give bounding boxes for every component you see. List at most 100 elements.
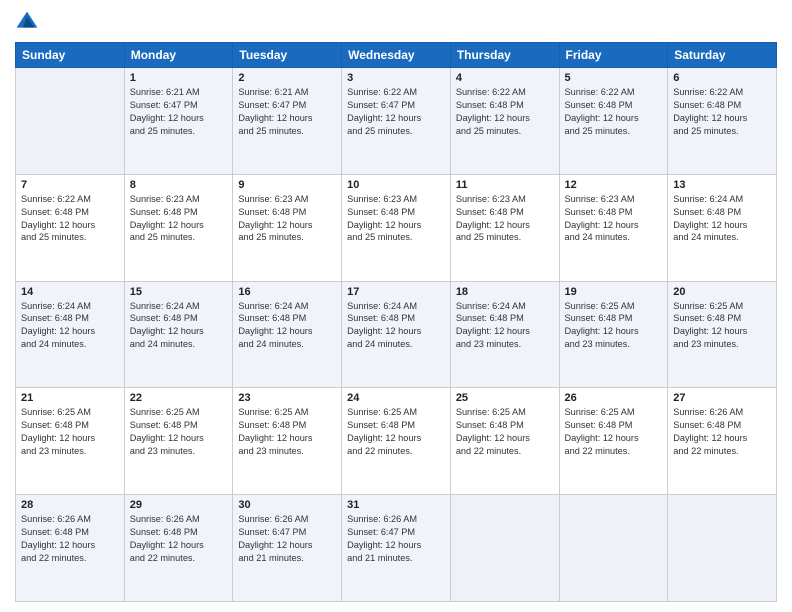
header [15, 10, 777, 34]
week-row-1: 1 Sunrise: 6:21 AMSunset: 6:47 PMDaylight… [16, 68, 777, 175]
day-number: 30 [238, 499, 336, 511]
day-number: 2 [238, 72, 336, 84]
calendar-cell: 14 Sunrise: 6:24 AMSunset: 6:48 PMDayligh… [16, 281, 125, 388]
calendar-cell [668, 495, 777, 602]
day-header-tuesday: Tuesday [233, 43, 342, 68]
day-number: 13 [673, 179, 771, 191]
day-info: Sunrise: 6:25 AMSunset: 6:48 PMDaylight:… [673, 300, 771, 352]
calendar-cell: 10 Sunrise: 6:23 AMSunset: 6:48 PMDayligh… [342, 174, 451, 281]
day-info: Sunrise: 6:26 AMSunset: 6:48 PMDaylight:… [673, 406, 771, 458]
day-number: 4 [456, 72, 554, 84]
day-info: Sunrise: 6:26 AMSunset: 6:48 PMDaylight:… [130, 513, 228, 565]
calendar-cell: 8 Sunrise: 6:23 AMSunset: 6:48 PMDaylight… [124, 174, 233, 281]
day-info: Sunrise: 6:25 AMSunset: 6:48 PMDaylight:… [565, 406, 663, 458]
day-info: Sunrise: 6:24 AMSunset: 6:48 PMDaylight:… [21, 300, 119, 352]
calendar-cell: 15 Sunrise: 6:24 AMSunset: 6:48 PMDayligh… [124, 281, 233, 388]
day-number: 17 [347, 286, 445, 298]
day-info: Sunrise: 6:25 AMSunset: 6:48 PMDaylight:… [130, 406, 228, 458]
day-info: Sunrise: 6:24 AMSunset: 6:48 PMDaylight:… [130, 300, 228, 352]
day-info: Sunrise: 6:23 AMSunset: 6:48 PMDaylight:… [238, 193, 336, 245]
day-header-friday: Friday [559, 43, 668, 68]
day-header-wednesday: Wednesday [342, 43, 451, 68]
day-info: Sunrise: 6:21 AMSunset: 6:47 PMDaylight:… [238, 86, 336, 138]
day-number: 22 [130, 392, 228, 404]
calendar-table: SundayMondayTuesdayWednesdayThursdayFrid… [15, 42, 777, 602]
day-number: 3 [347, 72, 445, 84]
calendar-cell: 13 Sunrise: 6:24 AMSunset: 6:48 PMDayligh… [668, 174, 777, 281]
day-number: 20 [673, 286, 771, 298]
day-number: 25 [456, 392, 554, 404]
day-number: 23 [238, 392, 336, 404]
day-number: 1 [130, 72, 228, 84]
day-info: Sunrise: 6:25 AMSunset: 6:48 PMDaylight:… [347, 406, 445, 458]
day-number: 29 [130, 499, 228, 511]
day-info: Sunrise: 6:24 AMSunset: 6:48 PMDaylight:… [347, 300, 445, 352]
calendar-cell: 29 Sunrise: 6:26 AMSunset: 6:48 PMDayligh… [124, 495, 233, 602]
day-number: 14 [21, 286, 119, 298]
calendar-cell: 2 Sunrise: 6:21 AMSunset: 6:47 PMDaylight… [233, 68, 342, 175]
day-info: Sunrise: 6:22 AMSunset: 6:48 PMDaylight:… [673, 86, 771, 138]
day-info: Sunrise: 6:22 AMSunset: 6:48 PMDaylight:… [21, 193, 119, 245]
day-number: 8 [130, 179, 228, 191]
day-info: Sunrise: 6:25 AMSunset: 6:48 PMDaylight:… [456, 406, 554, 458]
calendar-cell: 1 Sunrise: 6:21 AMSunset: 6:47 PMDaylight… [124, 68, 233, 175]
day-info: Sunrise: 6:21 AMSunset: 6:47 PMDaylight:… [130, 86, 228, 138]
calendar-cell [16, 68, 125, 175]
day-number: 16 [238, 286, 336, 298]
calendar-cell: 22 Sunrise: 6:25 AMSunset: 6:48 PMDayligh… [124, 388, 233, 495]
day-number: 19 [565, 286, 663, 298]
day-number: 10 [347, 179, 445, 191]
day-number: 11 [456, 179, 554, 191]
calendar-cell: 20 Sunrise: 6:25 AMSunset: 6:48 PMDayligh… [668, 281, 777, 388]
day-header-monday: Monday [124, 43, 233, 68]
calendar-cell: 7 Sunrise: 6:22 AMSunset: 6:48 PMDaylight… [16, 174, 125, 281]
calendar-cell: 31 Sunrise: 6:26 AMSunset: 6:47 PMDayligh… [342, 495, 451, 602]
calendar-cell: 25 Sunrise: 6:25 AMSunset: 6:48 PMDayligh… [450, 388, 559, 495]
day-number: 27 [673, 392, 771, 404]
day-number: 18 [456, 286, 554, 298]
day-header-sunday: Sunday [16, 43, 125, 68]
day-number: 5 [565, 72, 663, 84]
day-number: 28 [21, 499, 119, 511]
day-info: Sunrise: 6:23 AMSunset: 6:48 PMDaylight:… [130, 193, 228, 245]
day-number: 9 [238, 179, 336, 191]
week-row-5: 28 Sunrise: 6:26 AMSunset: 6:48 PMDayligh… [16, 495, 777, 602]
day-info: Sunrise: 6:22 AMSunset: 6:48 PMDaylight:… [456, 86, 554, 138]
calendar-cell: 21 Sunrise: 6:25 AMSunset: 6:48 PMDayligh… [16, 388, 125, 495]
day-number: 15 [130, 286, 228, 298]
calendar-cell: 24Sunrise: 6:25 AMSunset: 6:48 PMDayligh… [342, 388, 451, 495]
day-header-thursday: Thursday [450, 43, 559, 68]
day-info: Sunrise: 6:24 AMSunset: 6:48 PMDaylight:… [673, 193, 771, 245]
week-row-2: 7 Sunrise: 6:22 AMSunset: 6:48 PMDaylight… [16, 174, 777, 281]
calendar-cell: 6 Sunrise: 6:22 AMSunset: 6:48 PMDaylight… [668, 68, 777, 175]
calendar-cell: 17 Sunrise: 6:24 AMSunset: 6:48 PMDayligh… [342, 281, 451, 388]
calendar-cell: 28 Sunrise: 6:26 AMSunset: 6:48 PMDayligh… [16, 495, 125, 602]
day-info: Sunrise: 6:25 AMSunset: 6:48 PMDaylight:… [238, 406, 336, 458]
calendar-cell: 4 Sunrise: 6:22 AMSunset: 6:48 PMDaylight… [450, 68, 559, 175]
logo [15, 10, 43, 34]
day-info: Sunrise: 6:23 AMSunset: 6:48 PMDaylight:… [565, 193, 663, 245]
calendar-cell: 3Sunrise: 6:22 AMSunset: 6:47 PMDaylight… [342, 68, 451, 175]
calendar-cell: 27 Sunrise: 6:26 AMSunset: 6:48 PMDayligh… [668, 388, 777, 495]
calendar-cell: 26 Sunrise: 6:25 AMSunset: 6:48 PMDayligh… [559, 388, 668, 495]
day-info: Sunrise: 6:22 AMSunset: 6:48 PMDaylight:… [565, 86, 663, 138]
calendar-cell: 19Sunrise: 6:25 AMSunset: 6:48 PMDayligh… [559, 281, 668, 388]
day-info: Sunrise: 6:25 AMSunset: 6:48 PMDaylight:… [21, 406, 119, 458]
day-info: Sunrise: 6:23 AMSunset: 6:48 PMDaylight:… [347, 193, 445, 245]
day-info: Sunrise: 6:26 AMSunset: 6:47 PMDaylight:… [347, 513, 445, 565]
calendar-cell: 18Sunrise: 6:24 AMSunset: 6:48 PMDayligh… [450, 281, 559, 388]
calendar-cell: 30Sunrise: 6:26 AMSunset: 6:47 PMDayligh… [233, 495, 342, 602]
logo-icon [15, 10, 39, 34]
calendar-cell: 9 Sunrise: 6:23 AMSunset: 6:48 PMDaylight… [233, 174, 342, 281]
day-number: 7 [21, 179, 119, 191]
day-header-saturday: Saturday [668, 43, 777, 68]
day-number: 12 [565, 179, 663, 191]
day-number: 31 [347, 499, 445, 511]
day-number: 26 [565, 392, 663, 404]
day-number: 6 [673, 72, 771, 84]
day-number: 21 [21, 392, 119, 404]
calendar-cell [450, 495, 559, 602]
day-info: Sunrise: 6:24 AMSunset: 6:48 PMDaylight:… [238, 300, 336, 352]
calendar-cell: 5 Sunrise: 6:22 AMSunset: 6:48 PMDaylight… [559, 68, 668, 175]
day-info: Sunrise: 6:26 AMSunset: 6:48 PMDaylight:… [21, 513, 119, 565]
